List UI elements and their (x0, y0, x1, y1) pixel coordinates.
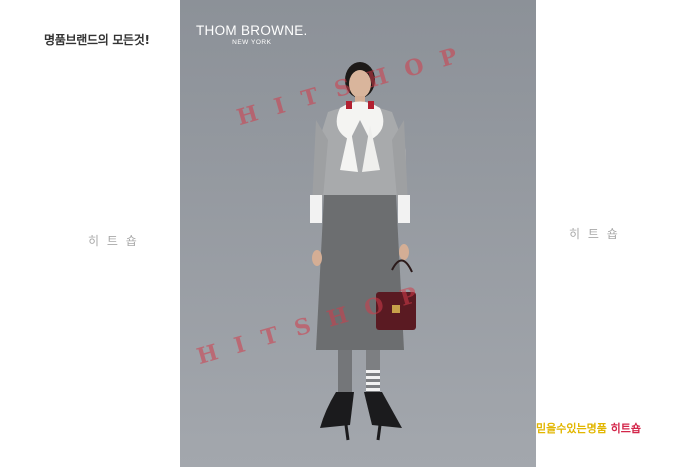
brand-logo: THOM BROWNE. NEW YORK (196, 23, 308, 46)
tagline: 명품브랜드의 모든것! (44, 33, 150, 47)
caption-part1: 믿을수있는명품 (536, 422, 611, 435)
side-watermark-right: 히 트 숍 (569, 227, 620, 241)
side-watermark-left: 히 트 숍 (88, 234, 139, 248)
caption-part2: 히트숍 (610, 422, 642, 435)
brand-sub: NEW YORK (232, 39, 272, 46)
bottom-caption: 믿을수있는명품 히트숍 (536, 420, 641, 436)
brand-name: THOM BROWNE. (196, 23, 308, 38)
